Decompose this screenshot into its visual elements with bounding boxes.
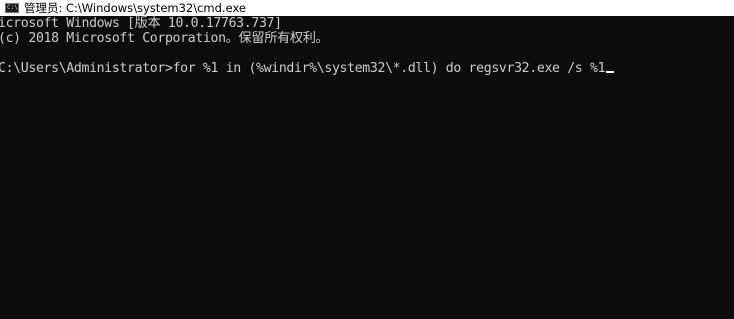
prompt: C:\Users\Administrator> (0, 61, 173, 76)
command-line[interactable]: C:\Users\Administrator>for %1 in (%windi… (0, 61, 734, 76)
title-bar[interactable]: C:\ 管理员: C:\Windows\system32\cmd.exe (0, 0, 734, 16)
console-output[interactable]: icrosoft Windows [版本 10.0.17763.737] (c)… (0, 16, 734, 319)
window-title: 管理员: C:\Windows\system32\cmd.exe (24, 1, 246, 15)
command-input[interactable]: for %1 in (%windir%\system32\*.dll) do r… (173, 61, 606, 76)
cmd-icon-glyph: C:\ (7, 4, 18, 11)
banner-line-copyright: (c) 2018 Microsoft Corporation。保留所有权利。 (0, 31, 329, 46)
cmd-window: C:\ 管理员: C:\Windows\system32\cmd.exe icr… (0, 0, 734, 319)
text-cursor (606, 71, 615, 73)
cmd-icon[interactable]: C:\ (5, 3, 19, 13)
banner-line-version: icrosoft Windows [版本 10.0.17763.737] (0, 16, 282, 31)
